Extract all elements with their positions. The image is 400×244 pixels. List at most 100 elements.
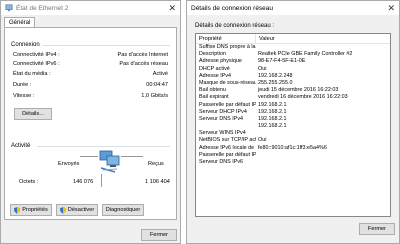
row-label: Vitesse : [13,93,35,99]
value-cell: 192.168.2.1 [258,108,287,115]
details-window-title: Détails de connexion réseau [191,4,274,12]
property-cell: Bail obtenu [199,87,226,94]
property-cell: Suffixe DNS propre à la co... [199,44,256,50]
status-titlebar[interactable]: État de Ethernet 2 [1,1,180,15]
table-row[interactable]: Serveur WINS IPv4 [196,130,390,137]
table-row[interactable]: Adresse physique 98-E7-F4-5F-E1-0E [196,58,390,65]
received-bytes-value: 1 106 404 [145,179,170,185]
diagnose-button[interactable]: Diagnostiquer [102,204,144,216]
value-cell: fe80::9010:af1c:1ff3:e5a4%6 [258,144,327,151]
properties-label: Propriétés [22,207,48,213]
disable-label: Désactiver [67,207,95,213]
network-activity-icon [99,150,120,173]
activity-divider [37,146,170,147]
media-state-row: État du média : Activé [13,71,168,80]
table-row[interactable]: Bail expirant vendredi 16 décembre 2016 1… [196,94,390,101]
details-close-icon[interactable]: ✕ [387,2,395,14]
status-close-icon[interactable]: ✕ [168,2,176,14]
row-label: Connectivité IPv6 : [13,61,60,67]
shield-icon [14,206,21,214]
table-row[interactable]: Passerelle par défaut IPv6 [196,152,390,159]
properties-button[interactable]: Propriétés [10,204,52,216]
details-list-header: Propriété Valeur [196,34,390,44]
row-label: État du média : [13,71,51,77]
table-row[interactable]: Serveur DHCP IPv4 192.168.2.1 [196,109,390,116]
value-cell: 192.168.2.1 [258,115,287,122]
property-cell: Serveur WINS IPv4 [199,130,246,137]
sent-label: Envoyés [58,161,80,167]
value-cell: Oui [258,65,267,72]
sent-line [80,156,98,157]
property-cell: Description [199,51,226,58]
bytes-separator [101,174,102,187]
table-row[interactable]: Masque de sous-réseau IPv4255.255.255.0 [196,80,390,87]
disable-button[interactable]: Désactiver [56,204,98,216]
value-cell: 192.168.2.1 [258,101,287,108]
row-label: Connectivité IPv4 : [13,52,60,58]
general-panel: Connexion Connectivité IPv4 : Pas d'accè… [4,27,177,220]
table-row[interactable]: Suffixe DNS propre à la co... [196,44,390,51]
bytes-label: Octets : [19,179,39,185]
table-row[interactable]: Adresse IPv4 192.168.2.248 [196,73,390,80]
status-close-button[interactable]: Fermer [141,229,177,241]
details-subtitle: Détails de connexion réseau : [195,23,275,29]
details-titlebar[interactable]: Détails de connexion réseau [187,1,399,15]
activity-group-title: Activité [11,143,31,149]
table-row[interactable]: 192.168.2.1 [196,123,390,130]
status-window-title: État de Ethernet 2 [16,4,69,12]
details-close-button[interactable]: Fermer [359,223,395,235]
connection-details-window: Détails de connexion réseau ✕ Détails de… [186,0,400,244]
speed-row: Vitesse : 1,0 Gbits/s [13,93,168,102]
table-row[interactable]: NetBIOS sur TCP/IP activéOui [196,137,390,144]
table-row[interactable]: DHCP activé Oui [196,66,390,73]
value-cell: 192.168.2.1 [258,123,287,130]
received-line [121,156,143,157]
ethernet-status-window: État de Ethernet 2 ✕ Général Connexion C… [0,0,181,244]
row-value: 00:04:47 [146,82,168,88]
property-cell: Serveur DNS IPv4 [199,115,244,122]
table-row[interactable]: Passerelle par défaut IPv4 192.168.2.1 [196,102,390,109]
details-list-body: Suffixe DNS propre à la co...Description… [196,44,390,166]
details-button[interactable]: Détails... [14,108,52,120]
network-adapter-icon [5,4,13,12]
property-cell: NetBIOS sur TCP/IP activé [199,137,256,144]
value-cell [256,130,390,137]
property-cell: Adresse IPv6 locale de lien [199,144,256,151]
shield-icon [59,206,66,214]
row-value: Pas d'accès réseau [119,61,168,67]
column-header-value[interactable]: Valeur [256,34,390,43]
row-label: Durée : [13,82,32,88]
property-cell: Bail expirant [199,94,229,101]
value-cell [256,152,390,159]
property-cell: DHCP activé [199,65,230,72]
property-cell: Serveur DHCP IPv4 [199,108,247,115]
duration-row: Durée : 00:04:47 [13,82,168,91]
property-cell: Masque de sous-réseau IPv4 [199,79,256,86]
property-cell: Adresse IPv4 [199,72,232,79]
value-cell: Realtek PCIe GBE Family Controller #2 [258,51,353,58]
table-row[interactable]: Serveur DNS IPv6 [196,159,390,166]
table-row[interactable]: Description Realtek PCIe GBE Family Contr… [196,51,390,58]
row-value: Pas d'accès Internet [117,52,168,58]
value-cell: Oui [258,137,267,144]
value-cell: 255.255.255.0 [258,79,293,86]
connection-divider [43,45,170,46]
property-cell: Adresse physique [199,58,242,65]
row-value: Activé [152,71,168,77]
table-row[interactable]: Adresse IPv6 locale de lienfe80::9010:af… [196,145,390,152]
property-cell: Passerelle par défaut IPv4 [199,101,256,108]
received-label: Reçus [148,161,164,167]
column-header-property[interactable]: Propriété [196,34,256,43]
ipv6-connectivity-row: Connectivité IPv6 : Pas d'accès réseau [13,61,168,70]
sent-bytes-value: 146 076 [73,179,94,185]
table-row[interactable]: Bail obtenu jeudi 15 décembre 2016 16:22:… [196,87,390,94]
value-cell: 98-E7-F4-5F-E1-0E [258,58,306,65]
value-cell [256,159,390,166]
value-cell [256,44,390,51]
property-cell: Passerelle par défaut IPv6 [199,151,256,158]
table-row[interactable]: Serveur DNS IPv4 192.168.2.1 [196,116,390,123]
property-cell: Serveur DNS IPv6 [199,159,244,165]
connection-group-title: Connexion [11,42,40,48]
row-value: 1,0 Gbits/s [141,93,168,99]
details-list[interactable]: Propriété Valeur Suffixe DNS propre à la… [195,33,391,217]
